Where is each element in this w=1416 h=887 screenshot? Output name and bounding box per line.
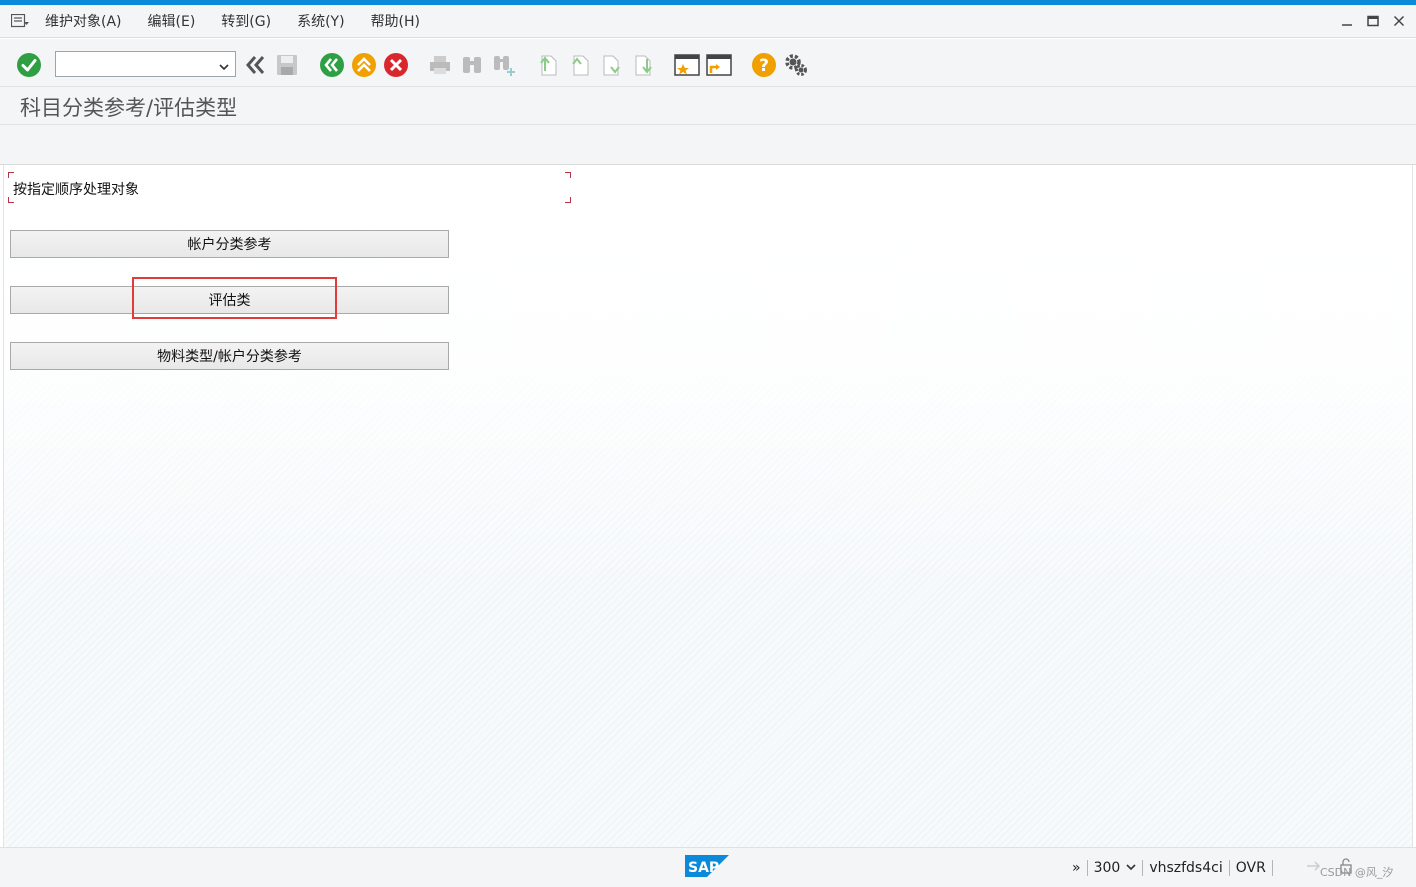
menu-maintain-object[interactable]: 维护对象(A) [45, 11, 122, 31]
client-number: 300 [1093, 860, 1121, 876]
group-frame: 按指定顺序处理对象 [8, 172, 571, 203]
separator [1142, 860, 1144, 876]
minimize-icon[interactable] [1340, 14, 1354, 28]
window-controls [1340, 14, 1406, 28]
help-icon[interactable]: ? [751, 52, 777, 78]
group-label: 按指定顺序处理对象 [13, 182, 139, 198]
settings-icon[interactable] [783, 52, 809, 78]
shortcut-icon[interactable] [706, 52, 732, 78]
maximize-icon[interactable] [1366, 14, 1380, 28]
page-title: 科目分类参考/评估类型 [20, 96, 238, 120]
material-type-account-reference-button[interactable]: 物料类型/帐户分类参考 [10, 342, 449, 370]
frame-corner [8, 172, 14, 178]
standard-toolbar: ? [0, 39, 1416, 87]
create-session-icon[interactable] [674, 52, 700, 78]
separator [1228, 860, 1230, 876]
menu-help[interactable]: 帮助(H) [371, 11, 420, 31]
menu-system[interactable]: 系统(Y) [297, 11, 344, 31]
application-toolbar [0, 125, 1416, 165]
frame-corner [565, 172, 571, 178]
command-field[interactable] [55, 51, 236, 77]
account-assignment-reference-button[interactable]: 帐户分类参考 [10, 230, 449, 258]
separator [1086, 860, 1088, 876]
system-info: » 300 vhszfds4ci OVR [1072, 858, 1353, 878]
content-background [4, 165, 1412, 585]
title-area: 科目分类参考/评估类型 [0, 87, 1416, 125]
cancel-icon[interactable] [383, 52, 409, 78]
watermark: CSDN @风_汐 [1320, 866, 1394, 879]
menu-edit[interactable]: 编辑(E) [148, 11, 196, 31]
insert-mode[interactable]: OVR [1236, 860, 1266, 876]
command-input[interactable] [56, 52, 206, 76]
server-name: vhszfds4ci [1149, 860, 1223, 876]
annotation-highlight-box [132, 277, 337, 319]
system-menu-icon[interactable] [10, 13, 29, 28]
back-icon[interactable] [319, 52, 345, 78]
expand-status-icon[interactable]: » [1072, 860, 1081, 876]
close-icon[interactable] [1392, 14, 1406, 28]
next-page-icon[interactable] [599, 52, 625, 78]
previous-page-icon[interactable] [567, 52, 593, 78]
separator [1271, 860, 1273, 876]
frame-corner [565, 197, 571, 203]
svg-text:SAP: SAP [688, 860, 719, 876]
menu-bar: 维护对象(A) 编辑(E) 转到(G) 系统(Y) 帮助(H) [0, 5, 1416, 38]
menu-goto[interactable]: 转到(G) [221, 11, 271, 31]
chevron-down-icon[interactable] [1126, 860, 1136, 876]
svg-text:?: ? [759, 56, 769, 76]
find-next-icon[interactable] [491, 52, 517, 78]
sap-logo: SAP [685, 855, 729, 877]
chevron-down-icon[interactable] [218, 58, 230, 77]
save-icon[interactable] [274, 52, 300, 78]
sync-icon [1305, 858, 1321, 878]
find-icon[interactable] [459, 52, 485, 78]
collapse-icon[interactable] [242, 52, 268, 78]
enter-icon[interactable] [16, 52, 42, 78]
print-icon[interactable] [427, 52, 453, 78]
main-content: 按指定顺序处理对象 帐户分类参考 评估类 物料类型/帐户分类参考 [3, 165, 1413, 847]
exit-icon[interactable] [351, 52, 377, 78]
first-page-icon[interactable] [535, 52, 561, 78]
status-bar: SAP » 300 vhszfds4ci OVR CSDN @风_汐 [0, 847, 1416, 887]
last-page-icon[interactable] [631, 52, 657, 78]
